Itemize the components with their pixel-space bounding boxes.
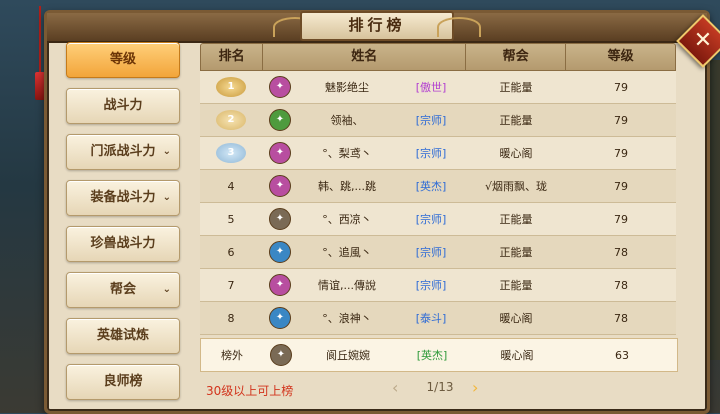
sidebar-item-1[interactable]: 战斗力 — [66, 88, 180, 124]
table-row[interactable]: 4 ✦ 韩、跳,...跳 [英杰] √烟雨飘、珑 79 — [200, 170, 676, 203]
rank-medal-icon: 3 — [216, 143, 246, 163]
header-rank: 排名 — [201, 44, 264, 70]
title-tag: [宗师] — [415, 147, 447, 160]
avatar: ✦ — [269, 241, 291, 263]
close-icon: ✕ — [693, 28, 713, 53]
page-title: 排行榜 — [300, 11, 454, 41]
chevron-down-icon: ⌄ — [162, 284, 171, 295]
player-level: 78 — [614, 278, 628, 292]
player-level: 79 — [614, 113, 628, 127]
sidebar-item-7[interactable]: 良师榜 — [66, 364, 180, 400]
guild-name: 正能量 — [499, 213, 533, 226]
my-rank: 榜外 — [221, 349, 243, 362]
title-tag: [宗师] — [415, 213, 447, 226]
my-level: 63 — [615, 348, 629, 362]
sidebar-item-4[interactable]: 珍兽战斗力 — [66, 226, 180, 262]
sidebar-item-label: 门派战斗力 — [90, 144, 156, 159]
table-row[interactable]: 2 ✦ 领袖、 [宗师] 正能量 79 — [200, 104, 676, 137]
sidebar-item-label: 英雄试炼 — [96, 328, 149, 343]
player-name: °、西凉丶 — [322, 213, 372, 226]
my-guild: 暖心阁 — [500, 349, 534, 362]
avatar: ✦ — [269, 142, 291, 164]
player-name: °、追風丶 — [322, 246, 372, 259]
player-level: 79 — [614, 212, 628, 226]
prev-page-icon[interactable]: ‹ — [392, 378, 398, 397]
player-level: 79 — [614, 80, 628, 94]
guild-name: 暖心阁 — [499, 147, 533, 160]
table-row[interactable]: 7 ✦ 情谊,...傳說 [宗师] 正能量 78 — [200, 269, 676, 302]
pagination: ‹ 1/13 › — [392, 378, 492, 398]
chevron-down-icon: ⌄ — [162, 192, 171, 203]
player-name: 魅影绝尘 — [325, 81, 369, 94]
next-page-icon[interactable]: › — [472, 378, 478, 397]
sidebar-item-label: 等级 — [109, 52, 136, 67]
title-tag: [英杰] — [415, 180, 447, 193]
sidebar-item-0[interactable]: 等级 — [66, 42, 180, 78]
title-tag: [宗师] — [415, 279, 447, 292]
guild-name: 正能量 — [499, 246, 533, 259]
player-level: 78 — [614, 245, 628, 259]
rank-number: 6 — [227, 245, 235, 259]
rank-number: 4 — [227, 179, 235, 193]
ranking-table: 排名 姓名 帮会 等级 1 ✦ 魅影绝尘 [傲世] 正能量 79 2 ✦ 领袖、 [宗师] 正能量 7… — [200, 43, 676, 335]
guild-name: 暖心阁 — [499, 312, 533, 325]
player-name: °、浪神丶 — [322, 312, 372, 325]
guild-name: √烟雨飘、珑 — [484, 180, 547, 193]
player-name: 韩、跳,...跳 — [318, 180, 376, 193]
sidebar-item-label: 珍兽战斗力 — [90, 236, 156, 251]
title-tag: [宗师] — [415, 246, 447, 259]
table-row[interactable]: 5 ✦ °、西凉丶 [宗师] 正能量 79 — [200, 203, 676, 236]
avatar: ✦ — [269, 274, 291, 296]
rank-medal-icon: 1 — [216, 77, 246, 97]
player-name: 情谊,...傳說 — [318, 279, 376, 292]
header-level: 等级 — [607, 49, 634, 64]
page-indicator: 1/13 — [426, 380, 454, 394]
player-name: 领袖、 — [330, 114, 364, 127]
rank-medal-icon: 2 — [216, 110, 246, 130]
rank-number: 5 — [227, 212, 235, 226]
sidebar-item-label: 帮会 — [109, 282, 136, 297]
sidebar-item-5[interactable]: 帮会 ⌄ — [66, 272, 180, 308]
avatar: ✦ — [269, 307, 291, 329]
avatar: ✦ — [269, 109, 291, 131]
sidebar-item-label: 装备战斗力 — [90, 190, 156, 205]
title-tag: [傲世] — [415, 81, 447, 94]
avatar: ✦ — [269, 208, 291, 230]
table-body: 1 ✦ 魅影绝尘 [傲世] 正能量 79 2 ✦ 领袖、 [宗师] 正能量 79 3 ✦ °、梨鸢丶 [宗师]… — [200, 71, 676, 335]
my-title-tag: [英杰] — [416, 349, 448, 362]
player-level: 79 — [614, 179, 628, 193]
my-rank-row[interactable]: 榜外 ✦ 阆丘婉婉 [英杰] 暖心阁 63 — [200, 338, 678, 372]
table-row[interactable]: 3 ✦ °、梨鸢丶 [宗师] 暖心阁 79 — [200, 137, 676, 170]
my-name: 阆丘婉婉 — [326, 349, 370, 362]
cloud-ornament-icon — [437, 17, 481, 37]
guild-name: 正能量 — [499, 81, 533, 94]
sidebar-item-label: 良师榜 — [103, 374, 143, 389]
avatar: ✦ — [270, 344, 292, 366]
rank-number: 7 — [227, 278, 235, 292]
chevron-down-icon: ⌄ — [162, 146, 171, 157]
avatar: ✦ — [269, 76, 291, 98]
eligibility-note: 30级以上可上榜 — [206, 384, 294, 398]
player-level: 78 — [614, 311, 628, 325]
sidebar-item-label: 战斗力 — [103, 98, 143, 113]
guild-name: 正能量 — [499, 279, 533, 292]
title-tag: [泰斗] — [415, 312, 447, 325]
avatar: ✦ — [269, 175, 291, 197]
sidebar-item-2[interactable]: 门派战斗力 ⌄ — [66, 134, 180, 170]
title-bar: 排行榜 — [47, 11, 707, 43]
table-header: 排名 姓名 帮会 等级 — [200, 43, 676, 71]
table-row[interactable]: 1 ✦ 魅影绝尘 [傲世] 正能量 79 — [200, 71, 676, 104]
player-level: 79 — [614, 146, 628, 160]
player-name: °、梨鸢丶 — [322, 147, 372, 160]
category-sidebar: 等级战斗力门派战斗力 ⌄ 装备战斗力 ⌄ 珍兽战斗力帮会 ⌄ 英雄试炼良师榜 — [66, 42, 184, 410]
sidebar-item-6[interactable]: 英雄试炼 — [66, 318, 180, 354]
table-row[interactable]: 6 ✦ °、追風丶 [宗师] 正能量 78 — [200, 236, 676, 269]
rank-number: 8 — [227, 311, 235, 325]
table-row[interactable]: 8 ✦ °、浪神丶 [泰斗] 暖心阁 78 — [200, 302, 676, 335]
guild-name: 正能量 — [499, 114, 533, 127]
sidebar-item-3[interactable]: 装备战斗力 ⌄ — [66, 180, 180, 216]
title-tag: [宗师] — [415, 114, 447, 127]
header-name: 姓名 — [263, 44, 467, 70]
header-guild: 帮会 — [466, 44, 567, 70]
